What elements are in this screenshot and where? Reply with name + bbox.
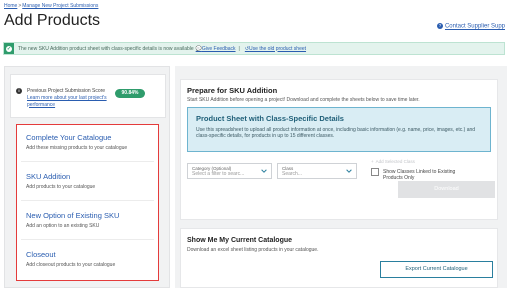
breadcrumb-current-link[interactable]: Manage New Project Submissions <box>22 3 98 9</box>
export-catalogue-button[interactable]: Export Current Catalogue <box>380 261 493 278</box>
prepare-sku-card: Prepare for SKU Addition Start SKU Addit… <box>180 79 498 220</box>
product-sheet-title: Product Sheet with Class-Specific Detail… <box>196 114 344 123</box>
current-catalogue-card: Show Me My Current Catalogue Download an… <box>180 228 498 288</box>
use-old-sheet-label: Use the old product sheet <box>249 45 307 52</box>
option-desc: Add closeout products to your catalogue <box>26 262 116 268</box>
banner-separator: | <box>238 45 240 52</box>
announcement-banner: ✓ The new SKU Addition product sheet wit… <box>3 42 505 55</box>
score-badge: 90.84% <box>115 89 145 98</box>
breadcrumb: Home>Manage New Project Submissions <box>4 3 98 9</box>
option-title: SKU Addition <box>26 172 71 181</box>
current-catalogue-subtitle: Download an excel sheet listing products… <box>187 247 319 253</box>
prepare-subtitle: Start SKU Addition before opening a proj… <box>187 97 420 103</box>
option-title: New Option of Existing SKU <box>26 211 120 220</box>
check-circle-icon: ✓ <box>4 43 14 54</box>
left-panel: i Previous Project Submission Score Lear… <box>4 66 170 288</box>
plus-icon: + <box>371 159 374 164</box>
breadcrumb-home-link[interactable]: Home <box>4 3 17 9</box>
prepare-title: Prepare for SKU Addition <box>187 86 278 95</box>
chevron-down-icon <box>261 169 267 173</box>
option-desc: Add these missing products to your catal… <box>26 145 128 151</box>
info-icon: i <box>16 88 22 94</box>
product-sheet-option[interactable]: Product Sheet with Class-Specific Detail… <box>187 107 491 152</box>
add-options-list: Complete Your Catalogue Add these missin… <box>16 124 159 281</box>
add-selected-class-button[interactable]: + Add Selected Class <box>371 159 415 164</box>
download-button[interactable]: Download <box>398 181 495 198</box>
add-class-label: Add Selected Class <box>375 159 415 164</box>
give-feedback-label: Give Feedback <box>201 45 236 52</box>
score-learn-more-link[interactable]: Learn more about your last project's per… <box>27 95 119 108</box>
score-label: Previous Project Submission Score <box>27 88 106 94</box>
contact-link-label: Contact Supplier Supp <box>444 23 505 30</box>
category-placeholder: Select a filter to searc... <box>192 171 245 177</box>
linked-classes-checkbox[interactable] <box>371 168 379 176</box>
product-sheet-text: Use this spreadsheet to upload all produ… <box>196 127 476 140</box>
option-closeout[interactable]: Closeout Add closeout products to your c… <box>21 245 154 279</box>
chevron-down-icon <box>346 169 352 173</box>
class-select[interactable]: Class Search... <box>277 163 357 179</box>
right-panel: Prepare for SKU Addition Start SKU Addit… <box>175 66 507 288</box>
linked-classes-label: Show Classes Linked to Existing Products… <box>383 169 456 182</box>
use-old-sheet-link[interactable]: ↺Use the old product sheet <box>245 46 306 52</box>
current-catalogue-title: Show Me My Current Catalogue <box>187 237 293 244</box>
contact-supplier-support-link[interactable]: ? Contact Supplier Supp <box>436 23 505 30</box>
banner-message: The new SKU Addition product sheet with … <box>18 45 194 52</box>
option-complete-catalogue[interactable]: Complete Your Catalogue Add these missin… <box>21 128 154 162</box>
option-new-option-existing-sku[interactable]: New Option of Existing SKU Add an option… <box>21 206 154 240</box>
option-title: Complete Your Catalogue <box>26 133 112 142</box>
page-title: Add Products <box>4 12 101 29</box>
help-icon: ? <box>436 23 443 29</box>
score-box: i Previous Project Submission Score Lear… <box>10 74 166 118</box>
class-placeholder: Search... <box>282 171 303 177</box>
option-desc: Add products to your catalogue <box>26 184 96 190</box>
breadcrumb-separator: > <box>18 3 22 9</box>
give-feedback-link[interactable]: 💬Give Feedback <box>196 46 236 52</box>
option-desc: Add an option to an existing SKU <box>26 223 100 229</box>
option-sku-addition[interactable]: SKU Addition Add products to your catalo… <box>21 167 154 201</box>
category-select[interactable]: Category (Optional) Select a filter to s… <box>187 163 272 179</box>
option-title: Closeout <box>26 250 56 259</box>
